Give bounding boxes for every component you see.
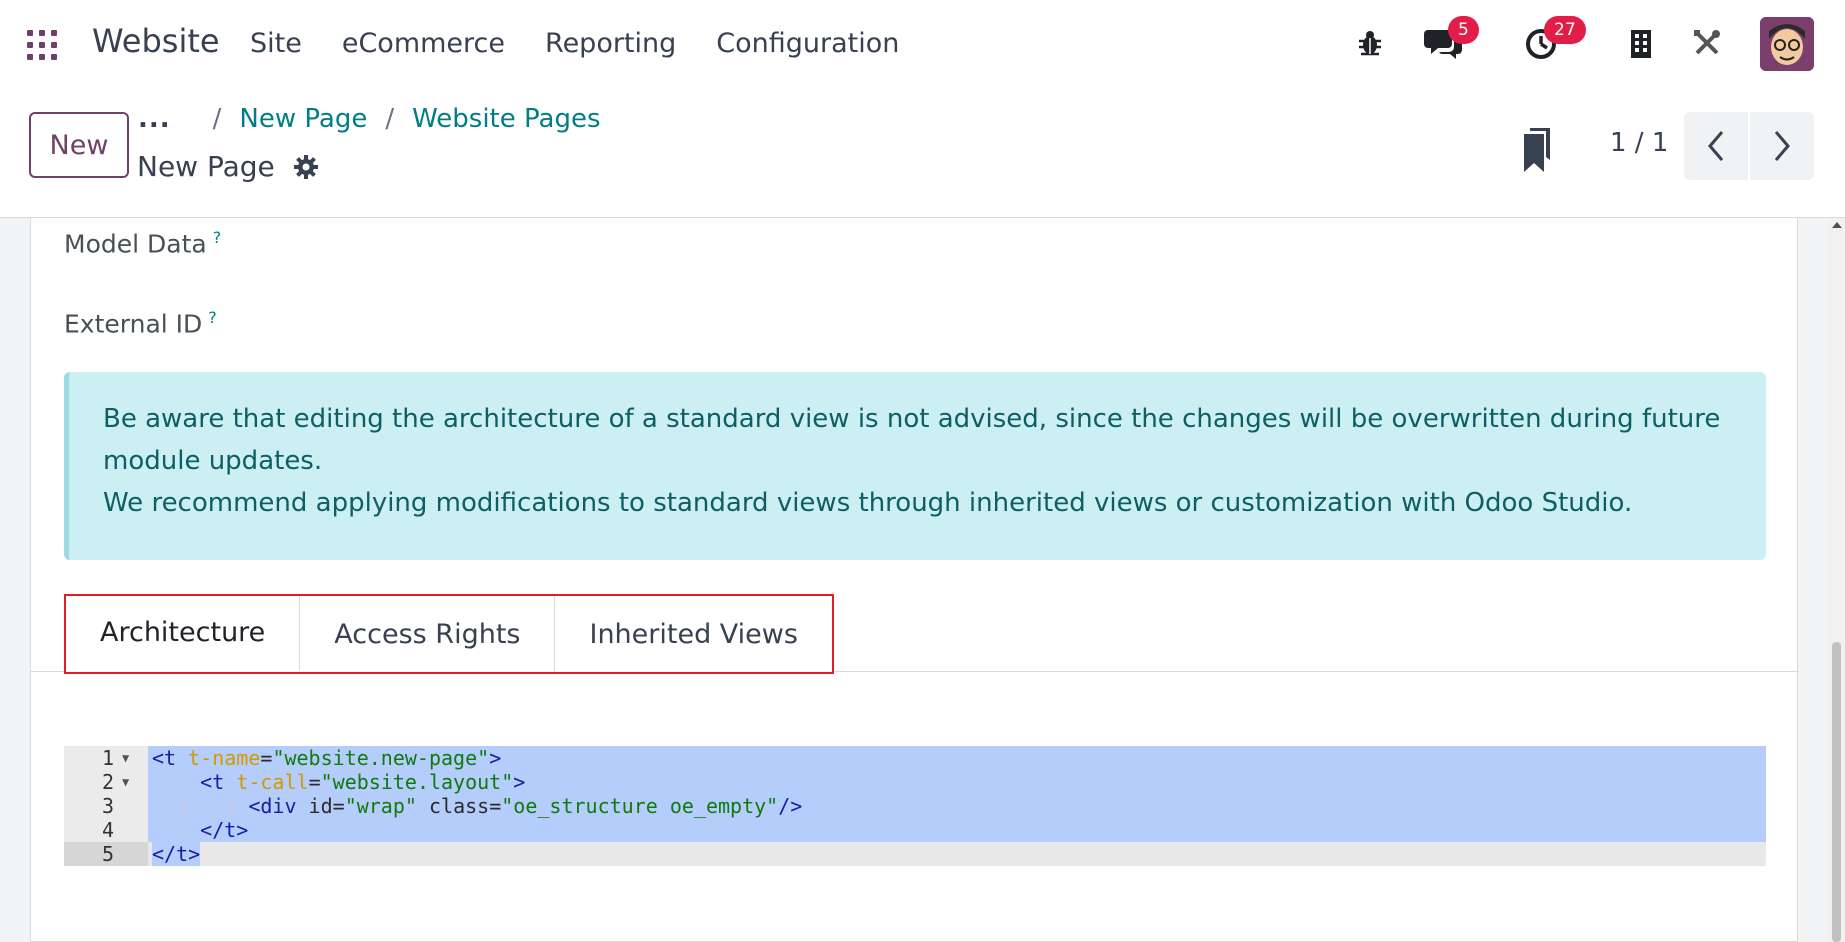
line-number: 2 (101, 770, 114, 794)
external-id-label: External ID? (64, 308, 217, 338)
breadcrumb-separator: / (212, 104, 222, 134)
code-content[interactable]: </t> (148, 842, 1766, 866)
model-data-label: Model Data? (64, 228, 221, 258)
code-content[interactable]: ¦ <t t-call="website.layout"> (148, 770, 1766, 794)
debug-icon[interactable] (1352, 20, 1388, 66)
activities-badge: 27 (1544, 16, 1586, 44)
pager-previous-button[interactable] (1684, 112, 1748, 180)
notebook-tabs: Architecture Access Rights Inherited Vie… (64, 594, 834, 674)
code-content[interactable]: ¦ </t> (148, 818, 1766, 842)
menu-ecommerce[interactable]: eCommerce (342, 28, 505, 59)
warning-alert: Be aware that editing the architecture o… (64, 372, 1766, 560)
control-panel: New ... / New Page / Website Pages New P… (0, 88, 1845, 218)
apps-menu-icon[interactable] (27, 30, 57, 60)
app-title[interactable]: Website (92, 22, 220, 60)
menu-configuration[interactable]: Configuration (716, 28, 899, 59)
company-icon[interactable] (1624, 20, 1658, 66)
new-button[interactable]: New (29, 112, 129, 178)
page-scrollbar[interactable] (1828, 218, 1845, 942)
external-id-help[interactable]: ? (208, 308, 217, 327)
chevron-left-icon (1708, 131, 1724, 161)
messages-icon[interactable]: 5 (1420, 16, 1479, 66)
settings-tools-icon[interactable] (1690, 20, 1724, 66)
code-line: 3 ¦ ¦ <div id="wrap" class="oe_structure… (64, 794, 1766, 818)
breadcrumb-item-website-pages[interactable]: Website Pages (412, 104, 600, 134)
code-editor[interactable]: 1 ▼ <t t-name="website.new-page"> 2 ▼ ¦ … (64, 746, 1766, 866)
code-line: 2 ▼ ¦ <t t-call="website.layout"> (64, 770, 1766, 794)
messages-badge: 5 (1448, 16, 1479, 44)
bookmark-icon[interactable] (1522, 128, 1552, 172)
breadcrumb: ... / New Page / Website Pages (138, 104, 601, 134)
pager-value[interactable]: 1 / 1 (1610, 128, 1668, 158)
user-avatar[interactable] (1760, 17, 1814, 71)
alert-line-2: We recommend applying modifications to s… (103, 488, 1633, 518)
tab-access-rights[interactable]: Access Rights (300, 596, 556, 672)
scroll-up-icon[interactable] (1832, 222, 1842, 228)
form-sheet: Model Data? External ID? Be aware that e… (30, 218, 1799, 942)
top-navbar: Website Site eCommerce Reporting Configu… (0, 0, 1845, 88)
gear-icon[interactable] (293, 154, 319, 180)
external-id-label-text: External ID (64, 309, 203, 339)
fold-toggle-icon[interactable]: ▼ (116, 770, 148, 794)
breadcrumb-more-button[interactable]: ... (138, 104, 171, 134)
fold-toggle-icon[interactable]: ▼ (116, 746, 148, 770)
menu-reporting[interactable]: Reporting (545, 28, 676, 59)
code-line: 4 ¦ </t> (64, 818, 1766, 842)
code-line: 1 ▼ <t t-name="website.new-page"> (64, 746, 1766, 770)
model-data-label-text: Model Data (64, 229, 207, 259)
tab-architecture[interactable]: Architecture (66, 596, 301, 672)
menu-site[interactable]: Site (250, 28, 302, 59)
line-number: 1 (101, 746, 114, 770)
tab-inherited-views[interactable]: Inherited Views (555, 596, 832, 672)
record-title-text: New Page (137, 150, 275, 183)
record-title: New Page (137, 150, 319, 183)
breadcrumb-separator: / (385, 104, 395, 134)
code-content[interactable]: <t t-name="website.new-page"> (148, 746, 1766, 770)
model-data-help[interactable]: ? (213, 228, 222, 247)
line-number: 3 (101, 794, 114, 818)
alert-line-1: Be aware that editing the architecture o… (103, 404, 1721, 476)
scrollbar-thumb[interactable] (1832, 642, 1841, 942)
line-number: 4 (101, 818, 114, 842)
pager-next-button[interactable] (1750, 112, 1814, 180)
code-content[interactable]: ¦ ¦ <div id="wrap" class="oe_structure o… (148, 794, 1766, 818)
breadcrumb-item-new-page[interactable]: New Page (239, 104, 367, 134)
chevron-right-icon (1774, 131, 1790, 161)
code-line: 5 </t> (64, 842, 1766, 866)
main-menu: Site eCommerce Reporting Configuration (250, 28, 939, 59)
activities-icon[interactable]: 27 (1518, 16, 1586, 66)
line-number: 5 (101, 842, 114, 866)
